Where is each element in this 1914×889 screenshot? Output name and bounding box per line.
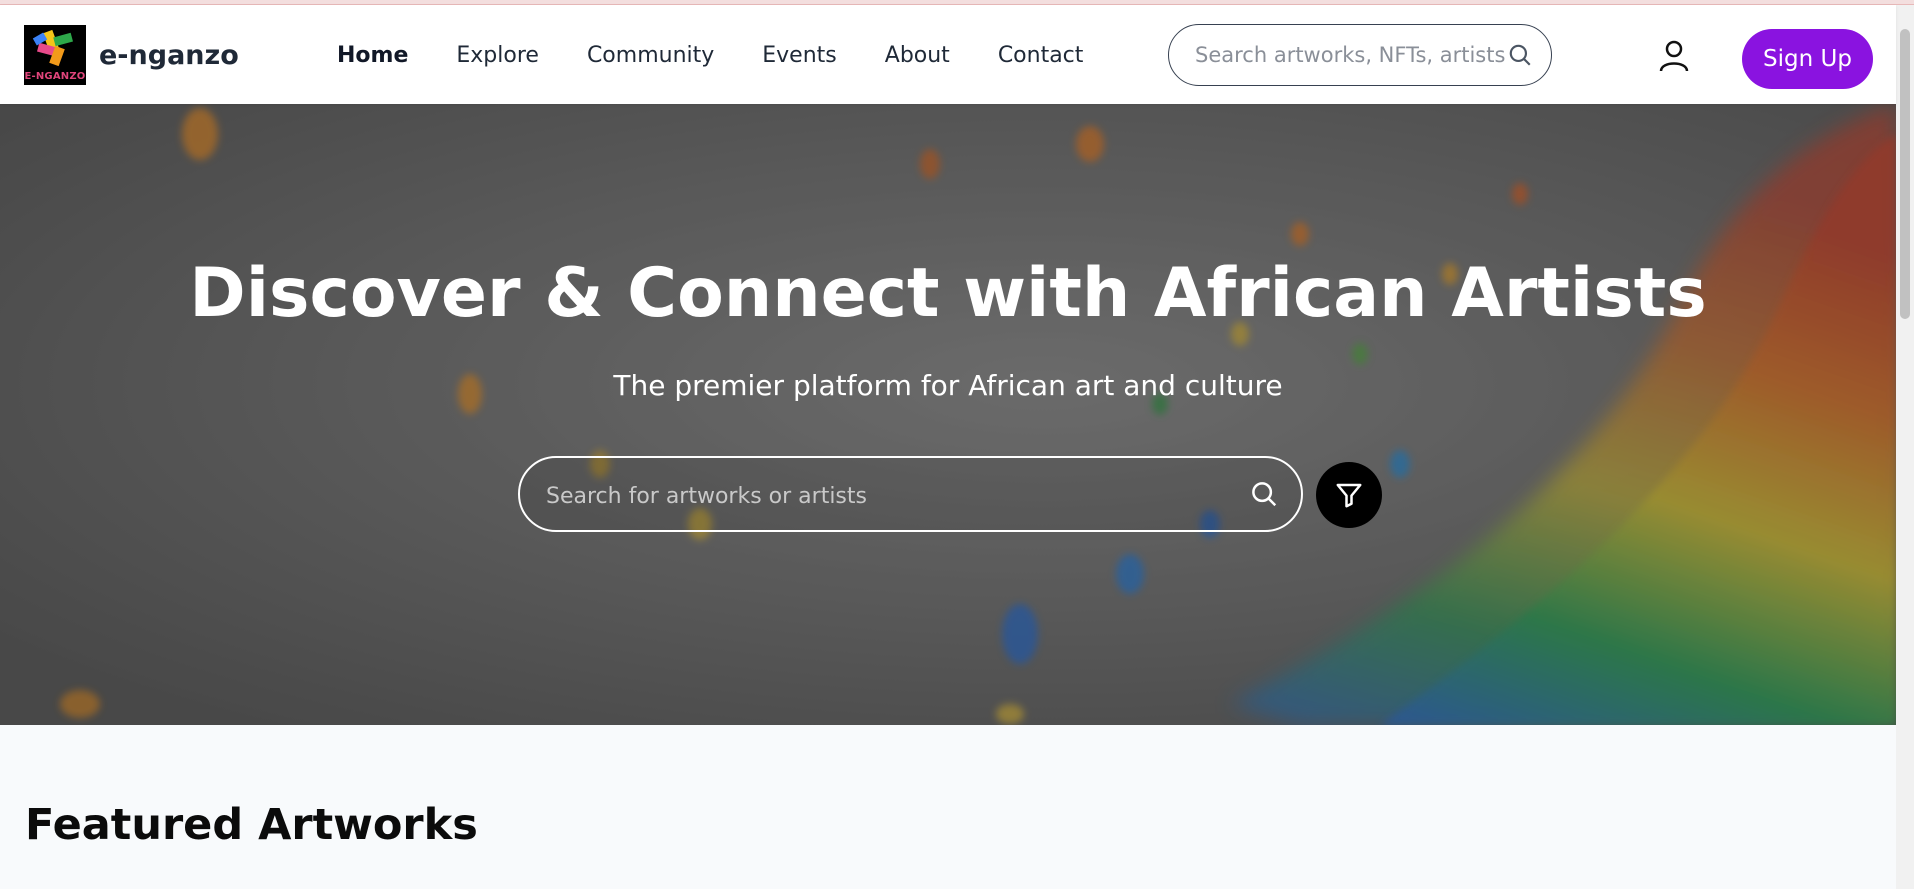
main-nav: Home Explore Community Events About Cont… <box>337 43 1131 68</box>
hero-overlay <box>0 104 1896 725</box>
nav-explore[interactable]: Explore <box>456 43 539 68</box>
nav-community[interactable]: Community <box>587 43 714 68</box>
header-search <box>1168 24 1552 86</box>
search-icon[interactable] <box>1507 42 1533 72</box>
header-search-input[interactable] <box>1193 39 1507 71</box>
nav-contact[interactable]: Contact <box>998 43 1084 68</box>
user-icon[interactable] <box>1658 39 1690 77</box>
site-logo[interactable]: E-NGANZO <box>24 25 86 85</box>
search-icon[interactable] <box>1249 479 1279 513</box>
hero-section: Discover & Connect with African Artists … <box>0 104 1896 725</box>
logo-pinwheel-icon <box>32 29 73 67</box>
nav-about[interactable]: About <box>885 43 950 68</box>
nav-events[interactable]: Events <box>762 43 837 68</box>
logo-text: E-NGANZO <box>24 71 86 82</box>
nav-home[interactable]: Home <box>337 43 408 68</box>
brand-name[interactable]: e-nganzo <box>99 40 239 71</box>
sign-up-button[interactable]: Sign Up <box>1742 29 1873 89</box>
featured-artworks-heading: Featured Artworks <box>25 800 478 850</box>
hero-title: Discover & Connect with African Artists <box>189 254 1707 333</box>
page-scrollbar[interactable] <box>1896 5 1914 889</box>
hero-subtitle: The premier platform for African art and… <box>613 369 1283 402</box>
filter-icon <box>1336 483 1362 508</box>
hero-search-input[interactable] <box>544 478 1228 514</box>
hero-search <box>518 456 1303 532</box>
filter-button[interactable] <box>1316 462 1382 528</box>
site-header: E-NGANZO e-nganzo Home Explore Community… <box>0 5 1896 104</box>
scrollbar-thumb[interactable] <box>1900 29 1910 319</box>
